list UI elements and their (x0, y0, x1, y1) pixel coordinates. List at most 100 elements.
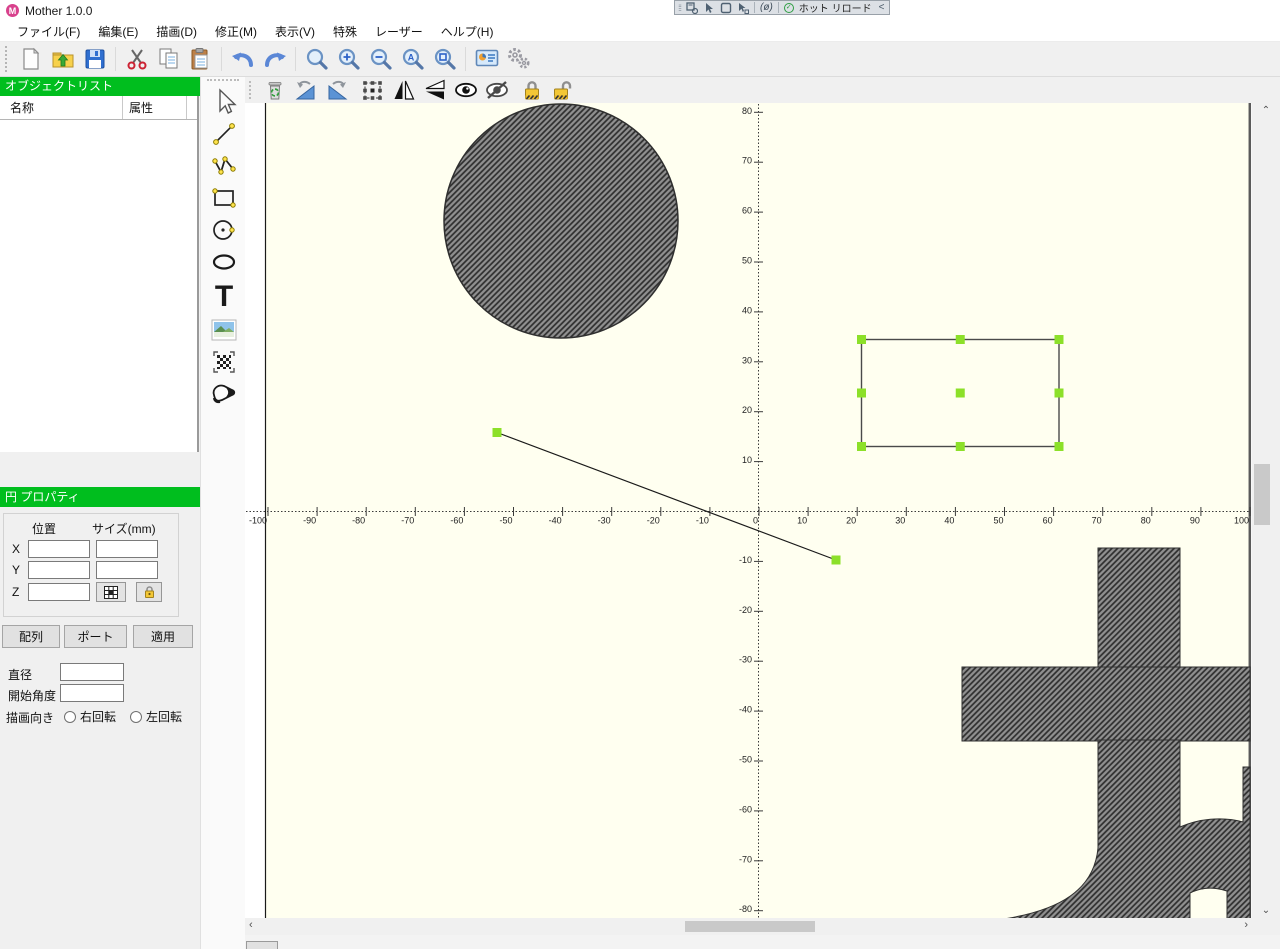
debug-paint-icon[interactable] (720, 2, 732, 14)
column-name[interactable]: 名称 (0, 99, 122, 116)
collapse-debugbar-button[interactable]: < (879, 2, 885, 13)
delete-button[interactable] (261, 78, 288, 102)
select-widget-mode-icon[interactable] (703, 2, 715, 14)
x-size-input[interactable] (96, 540, 158, 558)
image-tool-button[interactable] (201, 315, 246, 345)
cw-radio[interactable]: 右回転 (64, 708, 116, 726)
settings-gears-button[interactable] (504, 45, 533, 74)
select-tool-button[interactable] (201, 87, 246, 117)
z-position-input[interactable] (28, 583, 90, 601)
clipped-bottom-button[interactable] (246, 941, 278, 949)
array-button[interactable]: 配列 (2, 625, 60, 648)
vertical-scrollbar[interactable]: ⌃ ⌄ (1252, 103, 1280, 918)
repaint-rainbow-icon[interactable] (737, 2, 750, 14)
drag-grip-icon[interactable]: ⁞⁞ (678, 3, 682, 13)
port-button[interactable]: ポート (64, 625, 127, 648)
show-object-button[interactable] (452, 78, 479, 102)
vertical-scroll-thumb[interactable] (1254, 464, 1270, 525)
cut-button[interactable] (122, 45, 151, 74)
start-angle-input[interactable] (60, 684, 124, 702)
qr-code-tool-button[interactable] (201, 347, 246, 377)
menu-view[interactable]: 表示(V) (266, 21, 324, 42)
zoom-all-button[interactable]: A (398, 45, 427, 74)
scroll-left-arrow[interactable]: ‹ (249, 919, 253, 931)
grid-snap-button[interactable] (96, 582, 126, 602)
svg-text:100: 100 (1234, 516, 1249, 526)
scroll-right-arrow[interactable]: › (1244, 919, 1248, 931)
palette-grip[interactable] (207, 79, 239, 83)
paste-button[interactable] (186, 45, 215, 74)
circle-icon (212, 220, 235, 240)
ccw-radio[interactable]: 左回転 (130, 708, 182, 726)
svg-text:-60: -60 (739, 804, 752, 814)
svg-text:-30: -30 (739, 655, 752, 665)
menu-edit[interactable]: 編集(E) (89, 21, 147, 42)
diameter-input[interactable] (60, 663, 124, 681)
menu-draw[interactable]: 描画(D) (147, 21, 206, 42)
line-tool-button[interactable] (201, 119, 246, 149)
zoom-rect-button[interactable] (430, 45, 459, 74)
scroll-down-arrow[interactable]: ⌄ (1252, 905, 1280, 916)
svg-text:20: 20 (742, 405, 752, 415)
save-file-button[interactable] (80, 45, 109, 74)
flip-vertical-icon (425, 79, 445, 100)
svg-text:60: 60 (742, 206, 752, 216)
slow-animations-icon[interactable]: (ø) (760, 2, 773, 13)
flip-vertical-button[interactable] (421, 78, 448, 102)
svg-text:60: 60 (1043, 516, 1053, 526)
circle-tool-button[interactable] (201, 215, 246, 245)
fill-tool-button[interactable] (201, 379, 246, 409)
hot-reload-check-icon: ✓ (783, 2, 794, 13)
window-title: Mother 1.0.0 (25, 3, 93, 18)
zoom-button[interactable] (302, 45, 331, 74)
hot-reload-button[interactable]: ホット リロード (799, 0, 872, 15)
ccw-radio-circle[interactable] (130, 711, 142, 723)
position-size-groupbox: 位置 サイズ(mm) X Y Z (3, 513, 179, 617)
undo-button[interactable] (228, 45, 257, 74)
scroll-up-arrow[interactable]: ⌃ (1252, 105, 1280, 116)
text-tool-button[interactable]: T (201, 279, 246, 313)
trash-icon (268, 82, 281, 100)
horizontal-scrollbar[interactable]: ‹ › (245, 918, 1252, 935)
toolbar-grip[interactable] (5, 46, 10, 72)
widget-inspector-icon[interactable] (686, 1, 699, 14)
horizontal-scroll-thumb[interactable] (685, 921, 815, 932)
select-handles-button[interactable] (359, 78, 386, 102)
hide-object-button[interactable] (483, 78, 510, 102)
unlock-button[interactable] (549, 78, 576, 102)
svg-text:10: 10 (797, 516, 807, 526)
svg-text:-10: -10 (696, 516, 709, 526)
zoom-out-button[interactable] (366, 45, 395, 74)
rectangle-tool-button[interactable] (201, 183, 246, 213)
aspect-lock-button[interactable] (136, 582, 162, 602)
canvas-viewport[interactable]: -100 -90 -80 -70 -60 -50 -40 -30 -20 -10 0 10 20 30 40… (245, 103, 1280, 949)
ellipse-tool-button[interactable] (201, 247, 246, 277)
polyline-tool-button[interactable] (201, 151, 246, 181)
menu-help[interactable]: ヘルプ(H) (432, 21, 503, 42)
object-list[interactable]: 名称 属性 (0, 96, 199, 452)
toolbar-grip[interactable] (249, 81, 253, 99)
object-list-panel: オブジェクトリスト 名称 属性 円 プロパティ 位置 サイズ(mm) X Y Z… (0, 77, 200, 949)
menu-special[interactable]: 特殊 (324, 21, 366, 42)
menu-modify[interactable]: 修正(M) (206, 21, 266, 42)
svg-text:-40: -40 (549, 516, 562, 526)
copy-button[interactable] (154, 45, 183, 74)
display-settings-button[interactable] (472, 45, 501, 74)
column-attr[interactable]: 属性 (122, 96, 186, 119)
rotate-left-button[interactable] (292, 78, 319, 102)
new-file-button[interactable] (16, 45, 45, 74)
apply-button[interactable]: 適用 (133, 625, 193, 648)
flip-horizontal-button[interactable] (390, 78, 417, 102)
y-size-input[interactable] (96, 561, 158, 579)
menu-laser[interactable]: レーザー (366, 21, 432, 42)
open-file-button[interactable] (48, 45, 77, 74)
redo-button[interactable] (260, 45, 289, 74)
drawing-canvas[interactable]: -100 -90 -80 -70 -60 -50 -40 -30 -20 -10 0 10 20 30 40… (245, 103, 1252, 918)
lock-button[interactable] (518, 78, 545, 102)
x-position-input[interactable] (28, 540, 90, 558)
menu-file[interactable]: ファイル(F) (8, 21, 89, 42)
rotate-right-button[interactable] (323, 78, 350, 102)
y-position-input[interactable] (28, 561, 90, 579)
cw-radio-circle[interactable] (64, 711, 76, 723)
zoom-in-button[interactable] (334, 45, 363, 74)
